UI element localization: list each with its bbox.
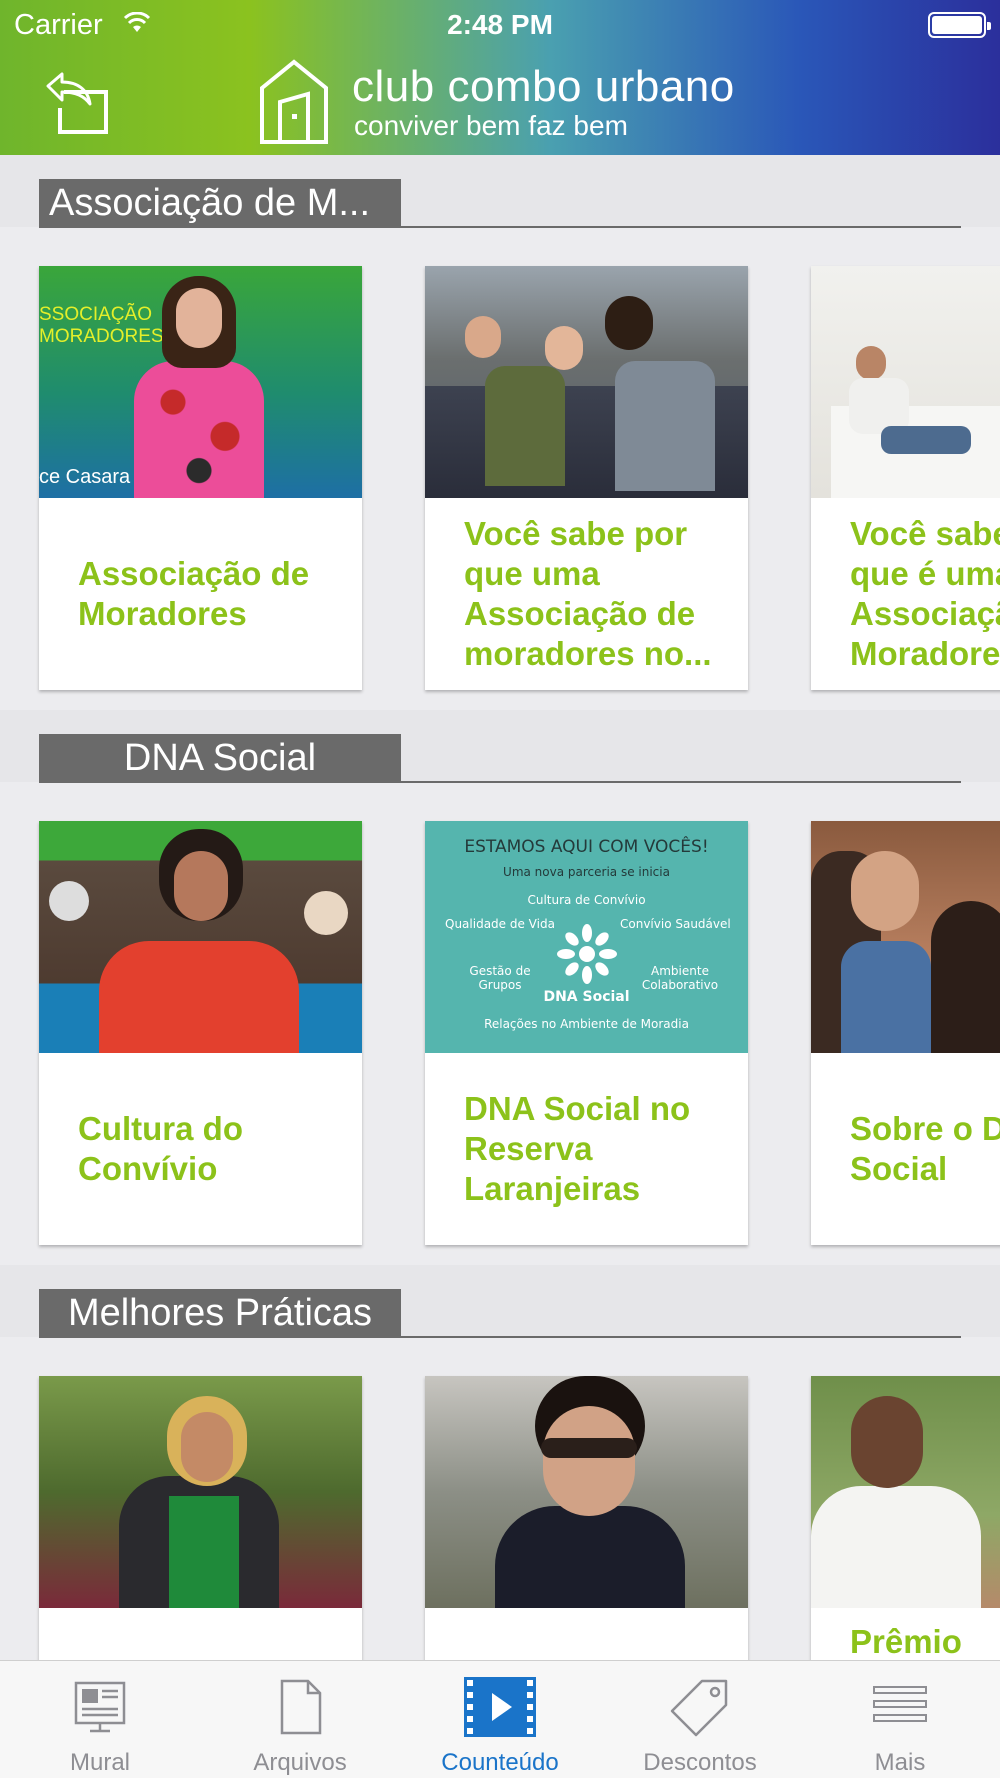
menu-lines-icon <box>873 1686 927 1722</box>
status-bar: Carrier 2:48 PM <box>0 0 1000 50</box>
section-divider <box>39 781 961 783</box>
dna-social-logo-icon <box>557 924 617 984</box>
video-thumbnail <box>39 821 362 1053</box>
clock: 2:48 PM <box>447 9 553 40</box>
card-title: DNA Social no Reserva Laranjeiras <box>464 1090 691 1207</box>
tab-label: Descontos <box>643 1749 757 1776</box>
section-title: Melhores Práticas <box>39 1289 401 1338</box>
video-thumbnail <box>811 821 1000 1053</box>
video-thumbnail <box>811 1376 1000 1608</box>
tab-arquivos[interactable]: Arquivos <box>200 1661 400 1778</box>
card-title: Sobre o D Social <box>850 1110 1000 1187</box>
tab-mural[interactable]: Mural <box>0 1661 200 1778</box>
tab-label: Counteúdo <box>441 1749 559 1776</box>
card-title: Você sabe por que uma Associação de mora… <box>464 515 712 672</box>
dna-social-graphic: ESTAMOS AQUI COM VOCÊS! Uma nova parceri… <box>425 821 748 1053</box>
video-thumbnail <box>425 1376 748 1608</box>
content-card[interactable]: Você sabe que é uma Associação Moradores <box>811 266 1000 690</box>
video-thumbnail: SSOCIAÇÃO MORADORES ce Casara <box>39 266 362 498</box>
section-divider <box>39 226 961 228</box>
content-card[interactable]: ESTAMOS AQUI COM VOCÊS! Uma nova parceri… <box>425 821 748 1245</box>
tag-icon <box>670 1679 728 1737</box>
tab-label: Mural <box>69 1749 130 1776</box>
tab-bar: Mural Arquivos Counteúdo Descontos Mais <box>0 1660 1000 1778</box>
battery-icon <box>928 12 991 38</box>
brand-title: club combo urbano <box>352 62 735 111</box>
section-title: Associação de M... <box>39 179 401 228</box>
section-associacao: Associação de M... SSOCIAÇÃO MORADORES c… <box>0 155 1000 710</box>
video-thumbnail <box>425 266 748 498</box>
tab-mais[interactable]: Mais <box>800 1661 1000 1778</box>
content-card[interactable]: Sobre o D Social <box>811 821 1000 1245</box>
document-icon <box>280 1679 322 1735</box>
content-card[interactable]: Cultura do Convívio <box>39 821 362 1245</box>
section-title: DNA Social <box>39 734 401 783</box>
card-title: Associação de Moradores <box>78 555 310 632</box>
card-title: Você sabe que é uma Associação Moradores <box>850 515 1000 672</box>
video-thumbnail <box>811 266 1000 498</box>
app-header: Carrier 2:48 PM club combo urbano conviv… <box>0 0 1000 155</box>
tab-label: Mais <box>874 1749 926 1776</box>
video-play-icon <box>464 1677 536 1737</box>
newspaper-icon <box>74 1681 126 1733</box>
card-title: Cultura do Convívio <box>78 1110 243 1187</box>
video-thumbnail <box>39 1376 362 1608</box>
section-melhores-praticas: Melhores Práticas Prêmio <box>0 1265 1000 1778</box>
house-logo-icon <box>260 59 328 144</box>
tab-counteudo[interactable]: Counteúdo <box>400 1661 600 1778</box>
section-divider <box>39 1336 961 1338</box>
tab-label: Arquivos <box>253 1749 347 1776</box>
tab-descontos[interactable]: Descontos <box>600 1661 800 1778</box>
brand-subtitle: conviver bem faz bem <box>354 110 628 141</box>
section-dna-social: DNA Social Cultura do Convívio ESTAMOS A… <box>0 710 1000 1265</box>
person-figure <box>134 361 264 498</box>
back-arrow-icon[interactable] <box>44 72 114 136</box>
content-card[interactable]: Você sabe por que uma Associação de mora… <box>425 266 748 690</box>
content-card[interactable]: SSOCIAÇÃO MORADORES ce Casara Associação… <box>39 266 362 690</box>
